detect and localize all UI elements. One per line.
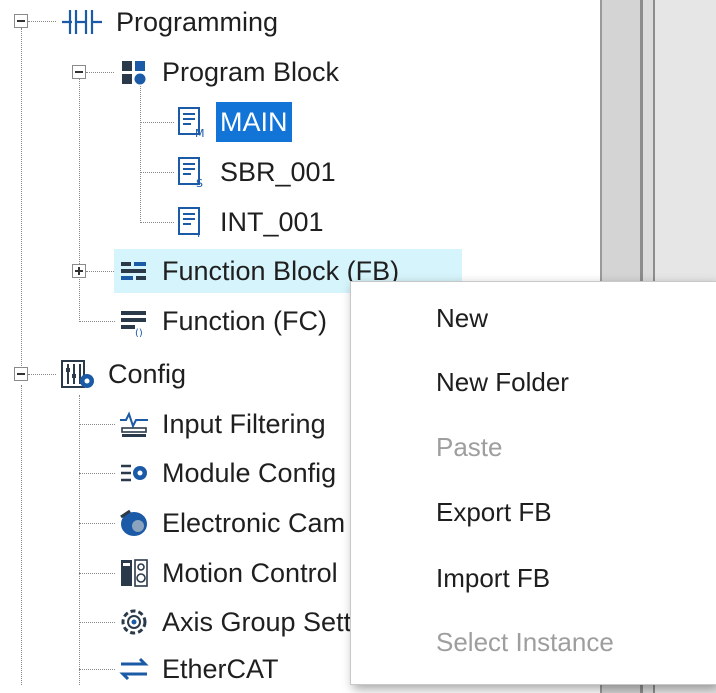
tree-guide bbox=[140, 172, 174, 173]
tree-item-label: Input Filtering bbox=[162, 409, 326, 439]
tree-guide bbox=[79, 424, 115, 425]
tree-guide bbox=[79, 473, 115, 474]
tree-guide bbox=[140, 86, 141, 221]
tree-item-label: INT_001 bbox=[220, 207, 324, 237]
tree-item-config[interactable]: Config bbox=[60, 352, 190, 396]
svg-text:I: I bbox=[197, 227, 200, 238]
svg-text:(): () bbox=[135, 328, 143, 337]
tree-guide bbox=[140, 122, 174, 123]
tree-guide bbox=[79, 321, 115, 322]
tree-item-label: Function (FC) bbox=[162, 306, 328, 336]
function-block-icon bbox=[118, 255, 150, 287]
ethercat-icon bbox=[118, 653, 150, 685]
collapse-toggle-config[interactable] bbox=[14, 367, 28, 381]
motion-control-icon bbox=[118, 557, 150, 589]
collapse-toggle-program-block[interactable] bbox=[72, 65, 86, 79]
menu-item-new[interactable]: New bbox=[436, 298, 488, 338]
menu-item-select-instance: Select Instance bbox=[436, 627, 614, 657]
svg-text:M: M bbox=[195, 127, 205, 138]
context-menu: New New Folder Paste Export FB Import FB… bbox=[350, 281, 716, 685]
tree-item-label: Module Config bbox=[162, 458, 337, 488]
tree-item-label: Config bbox=[108, 359, 187, 389]
tree-guide bbox=[28, 21, 56, 22]
electronic-cam-icon bbox=[118, 507, 150, 539]
tree-guide bbox=[140, 222, 174, 223]
tree-item-function[interactable]: () Function (FC) bbox=[118, 299, 331, 343]
tree-item-programming[interactable]: Programming bbox=[60, 0, 282, 44]
tree-item-label: EtherCAT bbox=[162, 654, 279, 684]
tree-item-ethercat[interactable]: EtherCAT bbox=[118, 647, 283, 691]
input-filter-icon bbox=[118, 408, 150, 440]
tree-guide bbox=[86, 72, 114, 73]
tree-item-label: Program Block bbox=[162, 57, 340, 87]
menu-item-export-fb[interactable]: Export FB bbox=[436, 492, 552, 532]
menu-item-paste: Paste bbox=[436, 432, 503, 462]
menu-item-new-folder[interactable]: New Folder bbox=[436, 362, 569, 402]
tree-item-int-001[interactable]: I INT_001 bbox=[176, 200, 328, 244]
tree-item-sbr-001[interactable]: S SBR_001 bbox=[176, 150, 340, 194]
tree-item-input-filtering[interactable]: Input Filtering bbox=[118, 402, 330, 446]
tree-item-motion-control[interactable]: Motion Control bbox=[118, 551, 342, 595]
svg-text:S: S bbox=[196, 177, 203, 188]
program-block-icon bbox=[118, 56, 150, 88]
tree-item-main[interactable]: M MAIN bbox=[176, 100, 292, 144]
tree-item-program-block[interactable]: Program Block bbox=[118, 50, 343, 94]
tree-guide bbox=[21, 28, 22, 368]
tree-guide bbox=[21, 385, 22, 685]
tree-guide bbox=[79, 573, 115, 574]
doc-m-icon: M bbox=[176, 106, 208, 140]
config-icon bbox=[60, 358, 96, 390]
tree-guide bbox=[79, 78, 80, 320]
tree-guide bbox=[86, 271, 114, 272]
tree-item-module-config[interactable]: Module Config bbox=[118, 451, 340, 495]
tree-item-electronic-cam[interactable]: Electronic Cam bbox=[118, 501, 349, 545]
tree-item-label: Electronic Cam bbox=[162, 508, 346, 538]
tree-item-label: Programming bbox=[116, 7, 279, 37]
tree-guide bbox=[28, 374, 56, 375]
doc-i-icon: I bbox=[176, 206, 208, 240]
tree-item-label: Motion Control bbox=[162, 558, 338, 588]
tree-item-label: SBR_001 bbox=[220, 157, 336, 187]
tree-guide bbox=[79, 395, 80, 685]
tree-guide bbox=[79, 669, 115, 670]
expand-toggle-function-block[interactable] bbox=[72, 264, 86, 278]
tree-guide bbox=[79, 523, 115, 524]
tree-item-label: MAIN bbox=[216, 102, 292, 142]
collapse-toggle-programming[interactable] bbox=[14, 14, 28, 28]
module-config-icon bbox=[118, 457, 150, 489]
ladder-icon bbox=[60, 6, 104, 38]
function-icon: () bbox=[118, 305, 150, 339]
tree-guide bbox=[79, 622, 115, 623]
doc-s-icon: S bbox=[176, 156, 208, 190]
menu-item-import-fb[interactable]: Import FB bbox=[436, 558, 550, 598]
axis-group-icon bbox=[118, 606, 150, 638]
